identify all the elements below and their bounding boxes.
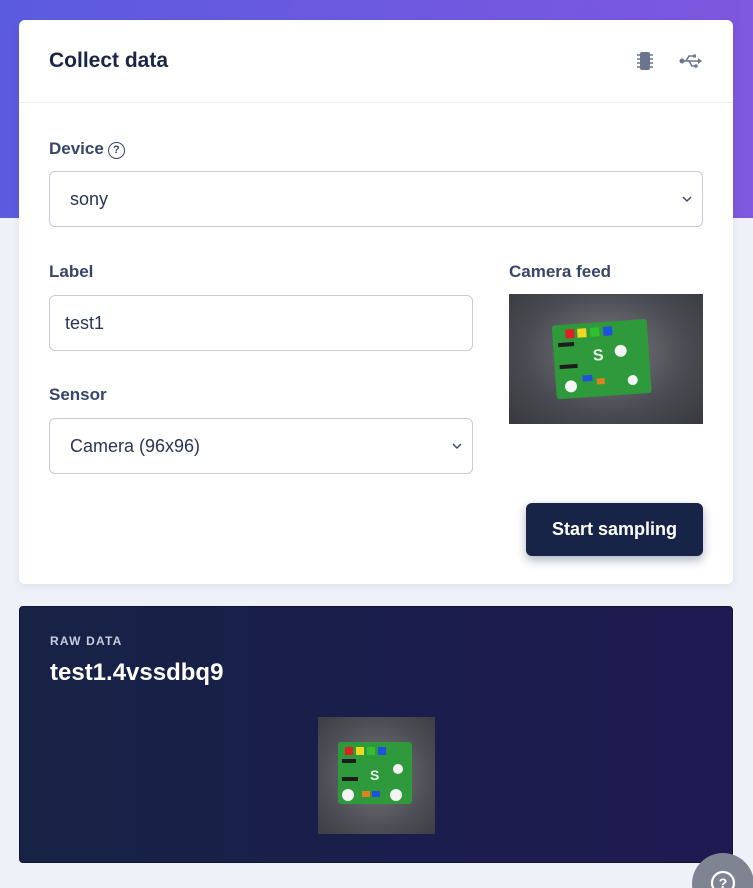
sample-image-graphic: S — [338, 742, 412, 804]
device-label-text: Device — [49, 139, 104, 158]
sensor-select-value: Camera (96x96) — [70, 435, 201, 456]
card-header: Collect data — [19, 20, 733, 103]
usb-icon[interactable] — [679, 49, 703, 73]
raw-data-panel: RAW DATA test1.4vssdbq9 S — [19, 606, 733, 863]
sample-image: S — [318, 717, 435, 834]
svg-text:S: S — [370, 767, 379, 783]
page-title: Collect data — [49, 49, 169, 72]
device-select-value: sony — [70, 188, 109, 209]
camera-feed-image: S — [551, 319, 652, 400]
help-icon[interactable]: ? — [107, 141, 125, 159]
chevron-down-icon — [682, 196, 692, 203]
collect-data-card: Collect data Device ? sony Label test1 C… — [19, 20, 733, 584]
sensor-select[interactable]: Camera (96x96) — [49, 418, 473, 474]
label-field-label: Label — [49, 262, 94, 281]
sensor-label: Sensor — [49, 385, 107, 404]
sample-name: test1.4vssdbq9 — [50, 659, 224, 686]
header-icons — [633, 49, 703, 73]
raw-data-caption: RAW DATA — [50, 634, 123, 648]
svg-text:S: S — [592, 347, 604, 365]
svg-text:?: ? — [719, 875, 728, 888]
label-input-value: test1 — [65, 312, 105, 333]
device-label: Device? — [49, 139, 125, 159]
question-icon: ? — [710, 870, 736, 888]
camera-feed: S — [509, 294, 703, 424]
device-select[interactable]: sony — [49, 171, 703, 227]
start-sampling-button[interactable]: Start sampling — [526, 503, 703, 556]
chip-icon[interactable] — [633, 49, 657, 73]
label-input[interactable]: test1 — [49, 295, 473, 351]
chevron-down-icon — [452, 443, 462, 450]
camera-feed-label: Camera feed — [509, 262, 612, 281]
